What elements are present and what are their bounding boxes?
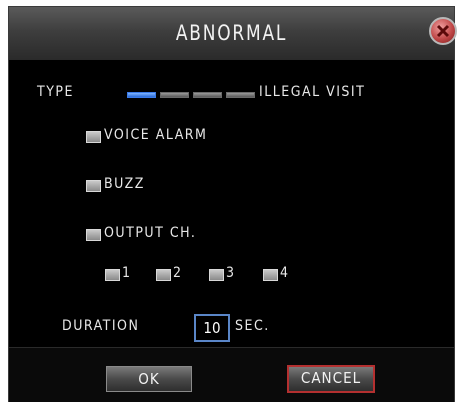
duration-input[interactable]: 10 bbox=[194, 314, 230, 342]
output-ch-checkbox[interactable] bbox=[86, 229, 101, 241]
cancel-button[interactable]: CANCEL bbox=[287, 365, 375, 393]
buzz-label: BUZZ bbox=[104, 176, 145, 192]
type-segment-4[interactable] bbox=[226, 92, 255, 98]
buzz-checkbox[interactable] bbox=[86, 180, 101, 192]
voice-alarm-label: VOICE ALARM bbox=[104, 127, 208, 143]
channel-2-checkbox[interactable] bbox=[156, 269, 171, 281]
channel-1-label: 1 bbox=[122, 265, 132, 281]
voice-alarm-checkbox[interactable] bbox=[86, 131, 101, 143]
channel-4-checkbox[interactable] bbox=[263, 269, 278, 281]
ok-button[interactable]: OK bbox=[106, 366, 192, 392]
type-label: TYPE bbox=[37, 84, 74, 100]
channel-2-label: 2 bbox=[173, 265, 183, 281]
duration-label: DURATION bbox=[62, 318, 140, 334]
type-segment-3[interactable] bbox=[193, 92, 222, 98]
duration-unit: SEC. bbox=[235, 318, 270, 334]
output-ch-label: OUTPUT CH. bbox=[104, 225, 197, 241]
channel-4-label: 4 bbox=[280, 265, 290, 281]
close-icon bbox=[436, 24, 450, 38]
channel-3-checkbox[interactable] bbox=[209, 269, 224, 281]
type-segment-2[interactable] bbox=[160, 92, 189, 98]
button-bar: OK CANCEL bbox=[9, 347, 454, 402]
type-value: ILLEGAL VISIT bbox=[259, 84, 366, 100]
channel-1-checkbox[interactable] bbox=[105, 269, 120, 281]
dialog-title: ABNORMAL bbox=[175, 21, 288, 45]
abnormal-dialog: ABNORMAL TYPE ILLEGAL VISIT VOICE ALARM … bbox=[8, 6, 457, 402]
close-button[interactable] bbox=[429, 17, 457, 45]
channel-3-label: 3 bbox=[226, 265, 236, 281]
title-bar: ABNORMAL bbox=[9, 7, 457, 60]
type-segment-1[interactable] bbox=[127, 92, 156, 98]
